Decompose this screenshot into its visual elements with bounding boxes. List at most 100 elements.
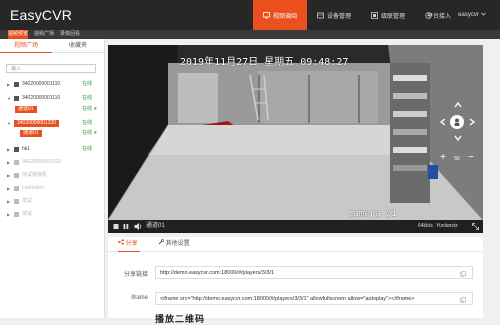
arrow-left-icon[interactable] (438, 117, 448, 127)
caret-down-icon[interactable]: ▼ (7, 121, 11, 126)
status-badge: 在线 (82, 81, 93, 87)
tree-item[interactable]: 通道01 在线 ★ (0, 129, 104, 138)
video-player[interactable]: 2019年11月27日 星期五 09:48:27 Camera 01 + 50 … (108, 45, 483, 233)
tree-item[interactable]: ▶ 测试摄像机 (0, 171, 104, 180)
share-link-field[interactable]: http://demo.easycvr.com:18000/#/players/… (155, 266, 473, 279)
nav-item-devices[interactable]: 设备管理 (307, 0, 361, 30)
nav-item-cascade[interactable]: 级联管理 (361, 0, 415, 30)
iframe-label: iframe (131, 295, 148, 301)
arrow-down-icon[interactable] (453, 133, 463, 143)
copy-icon[interactable] (460, 296, 466, 303)
device-icon (14, 160, 19, 165)
brand-label: Yunlanstx (436, 223, 458, 229)
arrow-up-icon[interactable] (453, 100, 463, 110)
tree-item[interactable]: ▶ 34020000001110 在线 (0, 80, 104, 89)
caret-down-icon[interactable]: ▼ (7, 96, 11, 101)
star-icon[interactable]: ★ (93, 105, 97, 114)
device-icon (14, 212, 19, 217)
tab-share-label: 分享 (125, 241, 138, 247)
status-badge: 在线 (82, 95, 93, 101)
caret-right-icon[interactable]: ▶ (7, 82, 11, 87)
caret-right-icon[interactable]: ▶ (7, 199, 11, 204)
tree-item-label: 34020000001110 (22, 95, 61, 101)
ptz-control: + 50 − (438, 100, 478, 170)
channel-tag: 通道01 (15, 106, 37, 113)
star-icon[interactable]: ★ (93, 129, 97, 138)
nav-item-label: 视频调阅 (272, 13, 297, 20)
wrench-icon (158, 237, 164, 251)
tab-share[interactable]: 分享 (118, 237, 140, 252)
qr-code-label: 播放二维码 (155, 314, 206, 324)
user-name: easycvr (458, 12, 479, 18)
zoom-in-button[interactable]: + (438, 153, 448, 163)
caret-right-icon[interactable]: ▶ (7, 212, 11, 217)
tree-item-label: hk1 (22, 146, 31, 152)
top-bar: EasyCVR 视频调阅 设备管理 级联管理 平台接入 easycvr (0, 0, 500, 30)
device-icon (14, 82, 19, 87)
tree-item-label: 34020000001110 (22, 81, 61, 87)
status-badge: 在线 (82, 130, 93, 136)
nav-item-platform-label[interactable]: 平台接入 (425, 0, 453, 30)
sub-nav-bar: 视频预览 视频广场 录像回看 (0, 30, 500, 39)
caret-right-icon[interactable]: ▶ (7, 160, 11, 165)
subtab-preview[interactable]: 视频预览 (8, 30, 28, 39)
share-link-value: http://demo.easycvr.com:18000/#/players/… (160, 270, 275, 276)
app-logo[interactable]: EasyCVR (10, 7, 72, 23)
tab-other-settings[interactable]: 其他设置 (158, 237, 198, 251)
device-icon (317, 12, 324, 19)
share-panel: 分享 其他设置 分享链接 http://demo.easycvr.com:180… (108, 237, 483, 324)
zoom-out-button[interactable]: − (466, 153, 476, 163)
zoom-value: 50 (454, 156, 460, 162)
nav-item-video[interactable]: 视频调阅 (253, 0, 307, 30)
tree-item[interactable]: ▼ 34020000001320 在线 (0, 119, 104, 128)
volume-icon[interactable] (134, 220, 142, 233)
iframe-code-field[interactable]: <iframe src="http://demo.easycvr.com:180… (155, 292, 473, 305)
tree-item-label: 测试 (22, 211, 33, 217)
tree-item[interactable]: 通道01 在线 ★ (0, 105, 104, 114)
bitrate-readout: 64kb/s (418, 223, 433, 229)
channel-tag: 通道01 (20, 130, 42, 137)
share-link-label: 分享链接 (123, 272, 148, 278)
osd-timestamp: 2019年11月27日 星期五 09:48:27 (180, 57, 349, 68)
subtab-square[interactable]: 视频广场 (34, 30, 54, 39)
caret-right-icon[interactable]: ▶ (7, 147, 11, 152)
player-control-bar: 通道01 64kb/s Yunlanstx (108, 220, 483, 233)
device-icon (14, 96, 19, 101)
arrow-right-icon[interactable] (467, 117, 477, 127)
tab-video-square[interactable]: 视频广场 (0, 41, 52, 53)
panel-tabs: 分享 其他设置 (108, 237, 483, 252)
subtab-playback[interactable]: 录像回看 (60, 30, 80, 39)
tree-item-label: 测试摄像机 (22, 172, 48, 178)
device-icon (14, 147, 19, 152)
tree-item[interactable]: ▶ 测试 (0, 197, 104, 206)
search-input[interactable] (6, 64, 96, 73)
status-badge: 在线 (82, 106, 93, 112)
copy-icon[interactable] (460, 270, 466, 277)
tree-item[interactable]: ▶ 测试 (0, 210, 104, 219)
tab-favorites[interactable]: 收藏夹 (52, 41, 104, 53)
tree-item[interactable]: ▼ 34020000001110 在线 (0, 94, 104, 103)
ptz-center-button[interactable] (450, 115, 464, 129)
tree-item-label: LiveVideo (22, 185, 44, 191)
caret-right-icon[interactable]: ▶ (7, 173, 11, 178)
tree-item[interactable]: ▶ LiveVideo (0, 184, 104, 193)
user-menu[interactable]: easycvr (452, 0, 492, 30)
fullscreen-icon[interactable] (472, 220, 479, 233)
share-icon (118, 237, 124, 251)
monitor-icon (263, 11, 270, 19)
device-icon (14, 173, 19, 178)
stop-icon[interactable] (113, 220, 119, 233)
device-icon (14, 186, 19, 191)
caret-right-icon[interactable]: ▶ (7, 186, 11, 191)
tree-item[interactable]: ▶ hk1 在线 (0, 145, 104, 154)
iframe-code-value: <iframe src="http://demo.easycvr.com:180… (160, 296, 415, 302)
tree-item[interactable]: ▶ 34020000001320 (0, 158, 104, 167)
pause-icon[interactable] (123, 220, 129, 233)
video-frame[interactable]: 2019年11月27日 星期五 09:48:27 Camera 01 (108, 45, 483, 220)
tree-item-label: 34020000001320 (22, 159, 61, 165)
chevron-down-icon (481, 12, 486, 18)
osd-camera-label: Camera 01 (348, 209, 397, 219)
person-icon (454, 118, 460, 126)
video-title: 通道01 (146, 223, 165, 229)
tab-other-settings-label: 其他设置 (165, 241, 190, 247)
